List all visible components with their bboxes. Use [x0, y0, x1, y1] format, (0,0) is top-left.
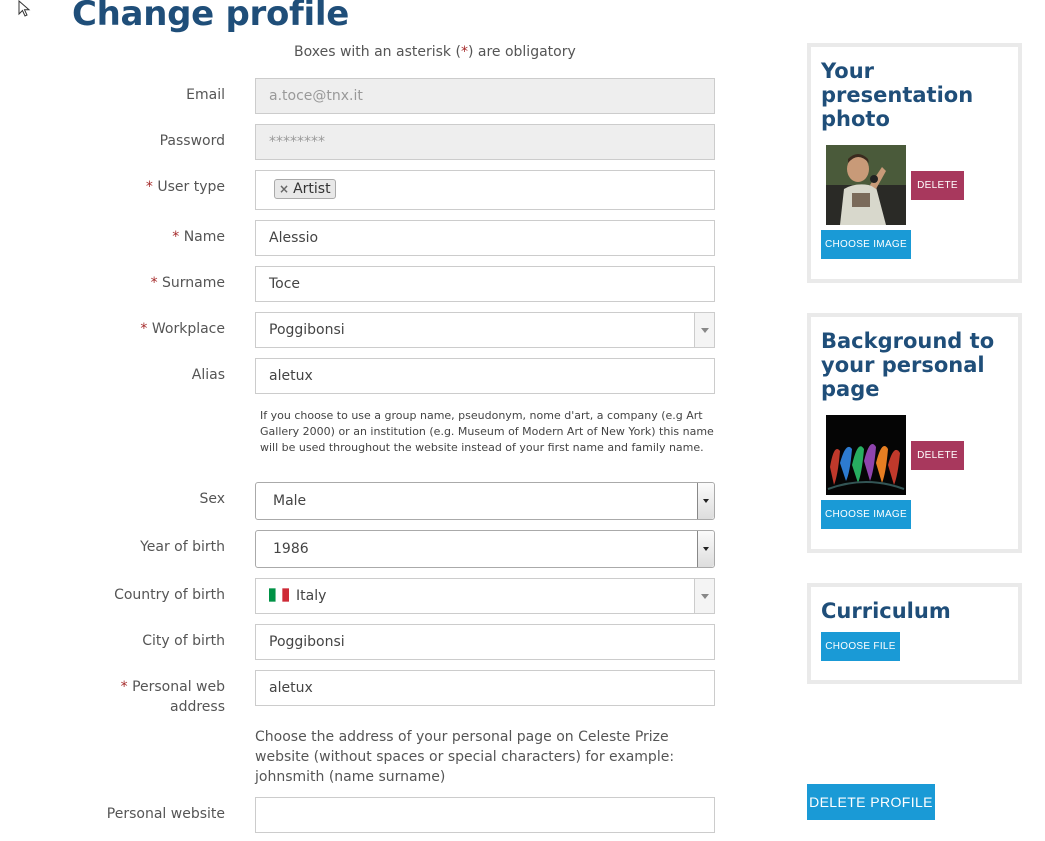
background-choose-image-button[interactable]: CHOOSE IMAGE [821, 500, 911, 529]
curriculum-panel: Curriculum CHOOSE FILE [807, 583, 1022, 684]
name-label: * Name [172, 229, 225, 245]
chevron-down-icon[interactable] [697, 483, 714, 519]
alias-label: Alias [191, 367, 225, 383]
page-title: Change profile [72, 0, 349, 34]
personal-web-address-input[interactable]: aletux [255, 670, 715, 706]
personal-website-input[interactable] [255, 797, 715, 833]
photo-choose-image-button[interactable]: CHOOSE IMAGE [821, 230, 911, 259]
workplace-value: Poggibonsi [269, 322, 345, 338]
city-of-birth-input[interactable]: Poggibonsi [255, 624, 715, 660]
background-delete-button[interactable]: DELETE [911, 441, 964, 470]
personal-website-label: Personal website [106, 806, 225, 822]
password-field: ******** [255, 124, 715, 160]
password-label: Password [159, 133, 225, 149]
email-field: a.toce@tnx.it [255, 78, 715, 114]
personal-web-address-help: Choose the address of your personal page… [255, 729, 675, 785]
mouse-cursor-icon [18, 0, 31, 17]
background-image [826, 415, 906, 495]
surname-input[interactable]: Toce [255, 266, 715, 302]
user-type-label: * User type [145, 179, 225, 195]
delete-profile-button[interactable]: DELETE PROFILE [807, 784, 935, 820]
country-of-birth-label: Country of birth [114, 587, 225, 603]
obligatory-note: Boxes with an asterisk (*) are obligator… [294, 44, 576, 60]
year-of-birth-value: 1986 [273, 541, 309, 557]
chevron-down-icon[interactable] [694, 313, 714, 347]
alias-input[interactable]: aletux [255, 358, 715, 394]
sex-value: Male [273, 493, 307, 509]
city-of-birth-label: City of birth [142, 633, 225, 649]
year-of-birth-select[interactable]: 1986 [255, 530, 715, 568]
background-title: Background to your personal page [821, 329, 995, 401]
sex-select[interactable]: Male [255, 482, 715, 520]
name-input[interactable]: Alessio [255, 220, 715, 256]
personal-web-address-label: * Personal web address [120, 679, 225, 715]
sex-label: Sex [199, 491, 225, 507]
presentation-photo-panel: Your presentation photo DELETE CHOOSE IM… [807, 43, 1022, 283]
italy-flag-icon [269, 588, 289, 602]
email-label: Email [186, 87, 225, 103]
background-panel: Background to your personal page DELETE … [807, 313, 1022, 553]
year-of-birth-label: Year of birth [140, 539, 225, 555]
tag-remove-icon[interactable]: × [279, 182, 289, 196]
workplace-label: * Workplace [140, 321, 225, 337]
country-of-birth-select[interactable]: Italy [255, 578, 715, 614]
user-type-tag: × Artist [274, 179, 336, 199]
presentation-photo-title: Your presentation photo [821, 59, 974, 131]
presentation-photo-image [826, 145, 906, 225]
workplace-select[interactable]: Poggibonsi [255, 312, 715, 348]
surname-label: * Surname [150, 275, 225, 291]
curriculum-choose-file-button[interactable]: CHOOSE FILE [821, 632, 900, 661]
user-type-multiselect[interactable]: × Artist [255, 170, 715, 210]
photo-delete-button[interactable]: DELETE [911, 171, 964, 200]
chevron-down-icon[interactable] [694, 579, 714, 613]
chevron-down-icon[interactable] [697, 531, 714, 567]
curriculum-title: Curriculum [821, 599, 951, 623]
alias-help-text: If you choose to use a group name, pseud… [260, 409, 714, 454]
country-of-birth-value: Italy [296, 588, 327, 604]
